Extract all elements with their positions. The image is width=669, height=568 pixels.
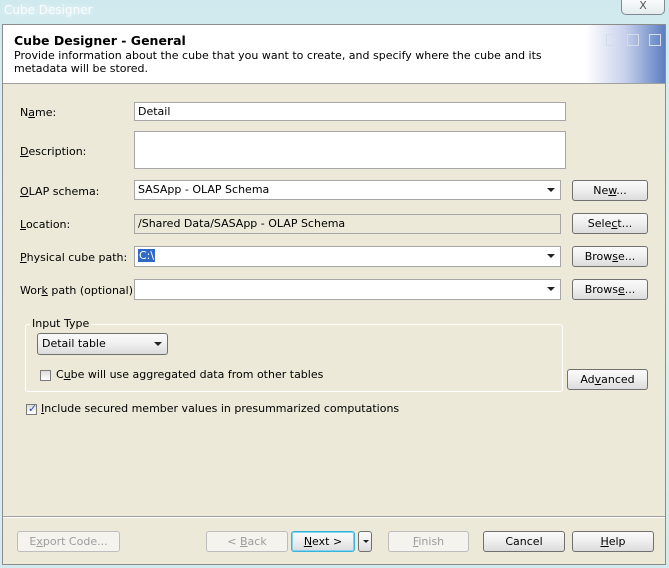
- location-label: Location:: [20, 218, 71, 231]
- name-label: Name:: [20, 106, 57, 119]
- header-decoration-icon: [627, 34, 639, 46]
- olap-schema-select[interactable]: SASApp - OLAP Schema: [134, 180, 561, 200]
- finish-button[interactable]: Finish: [388, 531, 469, 552]
- close-button[interactable]: X: [621, 0, 665, 15]
- physical-cube-path-label: Physical cube path:: [20, 251, 128, 264]
- location-field: /Shared Data/SASApp - OLAP Schema: [134, 214, 561, 234]
- next-options-button[interactable]: [358, 531, 372, 552]
- work-path-combo[interactable]: [134, 279, 561, 300]
- page-title: Cube Designer - General: [14, 33, 186, 48]
- help-button[interactable]: Help: [572, 531, 654, 552]
- physical-cube-path-combo[interactable]: C:\: [134, 246, 561, 267]
- header-decoration-icon: [606, 34, 618, 46]
- secured-member-label[interactable]: Include secured member values in presumm…: [41, 402, 399, 415]
- cancel-button[interactable]: Cancel: [483, 531, 565, 552]
- browse-work-path-button[interactable]: Browse...: [572, 279, 648, 300]
- page-description: Provide information about the cube that …: [14, 49, 542, 75]
- browse-physical-path-button[interactable]: Browse...: [572, 246, 648, 267]
- next-button[interactable]: Next >: [291, 531, 355, 552]
- advanced-button[interactable]: Advanced: [567, 369, 648, 390]
- header-decoration-icon: [649, 34, 661, 46]
- cube-designer-dialog: Cube Designer - General Provide informat…: [2, 24, 666, 565]
- chevron-down-icon: [363, 540, 369, 543]
- export-code-button[interactable]: Export Code...: [17, 531, 120, 552]
- checkmark-icon: ✓: [28, 402, 38, 415]
- close-icon: X: [639, 0, 647, 12]
- title-bar: Cube Designer X: [0, 0, 669, 24]
- description-field[interactable]: [134, 131, 566, 169]
- aggregated-data-label[interactable]: Cube will use aggregated data from other…: [56, 368, 323, 381]
- chevron-down-icon[interactable]: [547, 254, 555, 258]
- input-type-group: Input Type Detail table Cube will use ag…: [25, 317, 563, 392]
- wizard-header: Cube Designer - General Provide informat…: [3, 25, 665, 84]
- secured-member-checkbox[interactable]: ✓: [26, 402, 38, 415]
- window-title: Cube Designer: [4, 3, 93, 17]
- description-label: Description:: [20, 145, 87, 158]
- olap-schema-label: OLAP schema:: [20, 185, 100, 198]
- select-location-button[interactable]: Select...: [572, 213, 648, 234]
- input-type-legend: Input Type: [30, 317, 92, 330]
- footer-divider: [3, 516, 665, 518]
- chevron-down-icon: [547, 188, 555, 192]
- chevron-down-icon: [154, 342, 162, 346]
- new-schema-button[interactable]: New...: [572, 180, 648, 201]
- name-field[interactable]: Detail: [134, 102, 566, 121]
- back-button[interactable]: < Back: [206, 531, 288, 552]
- chevron-down-icon[interactable]: [547, 287, 555, 291]
- work-path-label: Work path (optional):: [20, 284, 137, 297]
- aggregated-data-checkbox[interactable]: [40, 370, 51, 381]
- input-type-select[interactable]: Detail table: [37, 333, 168, 355]
